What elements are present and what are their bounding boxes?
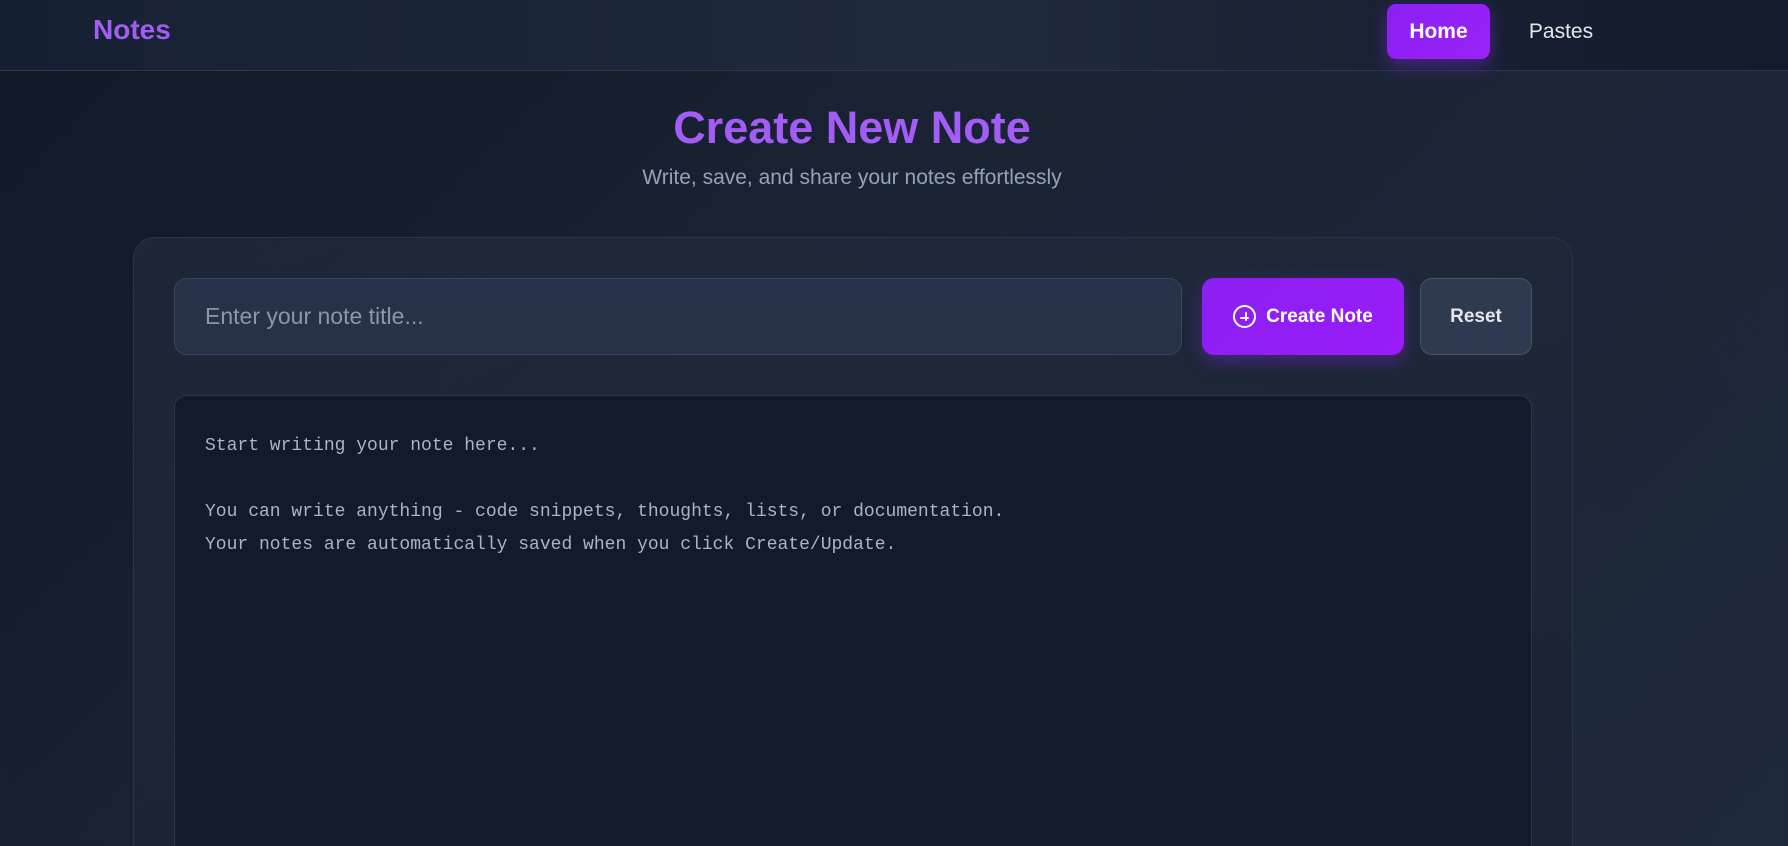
plus-circle-icon (1233, 305, 1257, 328)
note-title-input[interactable] (174, 278, 1182, 355)
create-note-label: Create Note (1266, 305, 1373, 327)
page-subtitle: Write, save, and share your notes effort… (642, 166, 1062, 189)
nav-pastes-link[interactable]: Pastes (1510, 4, 1612, 59)
create-note-button[interactable]: Create Note (1202, 278, 1404, 355)
brand-logo[interactable]: Notes (93, 14, 171, 46)
reset-button[interactable]: Reset (1420, 278, 1532, 355)
top-navbar: Notes Home Pastes (0, 0, 1788, 71)
note-content-textarea[interactable]: Start writing your note here... You can … (174, 395, 1532, 846)
nav-home-link[interactable]: Home (1387, 4, 1490, 59)
page-title: Create New Note (673, 102, 1031, 153)
